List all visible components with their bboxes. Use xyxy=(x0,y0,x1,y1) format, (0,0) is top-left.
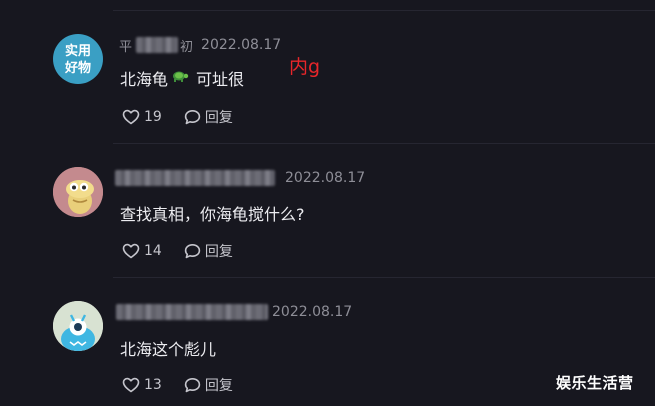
username-fragment[interactable]: 平 xyxy=(119,36,132,55)
comment-text: 北海龟 可址很 xyxy=(120,66,244,90)
reply-button[interactable]: 回复 xyxy=(184,241,233,261)
reply-button[interactable]: 回复 xyxy=(184,375,233,395)
cartoon-avatar-icon xyxy=(53,167,103,217)
comment-text-part: 北海龟 xyxy=(120,70,169,89)
username-fragment[interactable]: 初 xyxy=(180,36,193,55)
divider xyxy=(113,143,655,144)
speech-bubble-icon xyxy=(184,110,201,125)
like-button[interactable]: 13 xyxy=(122,377,162,393)
comment-date: 2022.08.17 xyxy=(201,37,282,53)
heart-icon xyxy=(122,243,140,259)
heart-icon xyxy=(122,109,140,125)
like-button[interactable]: 14 xyxy=(122,243,162,259)
avatar-label: 好物 xyxy=(64,61,91,76)
comment-text: 查找真相，你海龟搅什么? xyxy=(120,205,305,224)
like-count: 13 xyxy=(144,377,162,393)
comment-list: 实用 好物 平 初 2022.08.17 北海龟 可址很 19 回复 2022.… xyxy=(0,0,655,406)
comment-text: 北海这个彪儿 xyxy=(120,340,217,359)
divider xyxy=(113,10,655,11)
reply-label: 回复 xyxy=(204,110,233,126)
overlay-annotation: 内g xyxy=(289,56,321,78)
comment-actions: 19 回复 xyxy=(122,107,233,127)
reply-label: 回复 xyxy=(204,244,233,260)
comment-meta: 2022.08.17 xyxy=(115,168,366,188)
reply-button[interactable]: 回复 xyxy=(184,107,233,127)
heart-icon xyxy=(122,377,140,393)
avatar-label: 实用 xyxy=(64,44,91,59)
username-blurred[interactable] xyxy=(136,37,179,53)
monster-avatar-icon xyxy=(53,301,103,351)
watermark: 娱乐生活营 xyxy=(556,374,634,392)
avatar[interactable] xyxy=(53,167,103,217)
speech-bubble-icon xyxy=(184,378,201,393)
username-blurred[interactable] xyxy=(115,170,275,186)
reply-label: 回复 xyxy=(204,378,233,394)
like-count: 19 xyxy=(144,109,162,125)
comment-meta: 平 初 2022.08.17 xyxy=(119,35,281,55)
turtle-emoji-icon xyxy=(171,69,189,87)
divider xyxy=(113,277,655,278)
like-count: 14 xyxy=(144,243,162,259)
comment-actions: 14 回复 xyxy=(122,241,233,261)
comment-meta: 2022.08.17 xyxy=(116,302,353,322)
speech-bubble-icon xyxy=(184,244,201,259)
like-button[interactable]: 19 xyxy=(122,109,162,125)
username-blurred[interactable] xyxy=(116,304,268,320)
comment-date: 2022.08.17 xyxy=(272,304,353,320)
comment-text-part: 可址很 xyxy=(196,70,245,89)
avatar[interactable]: 实用 好物 xyxy=(53,34,103,84)
avatar[interactable] xyxy=(53,301,103,351)
comment-date: 2022.08.17 xyxy=(285,170,366,186)
comment-actions: 13 回复 xyxy=(122,375,233,395)
